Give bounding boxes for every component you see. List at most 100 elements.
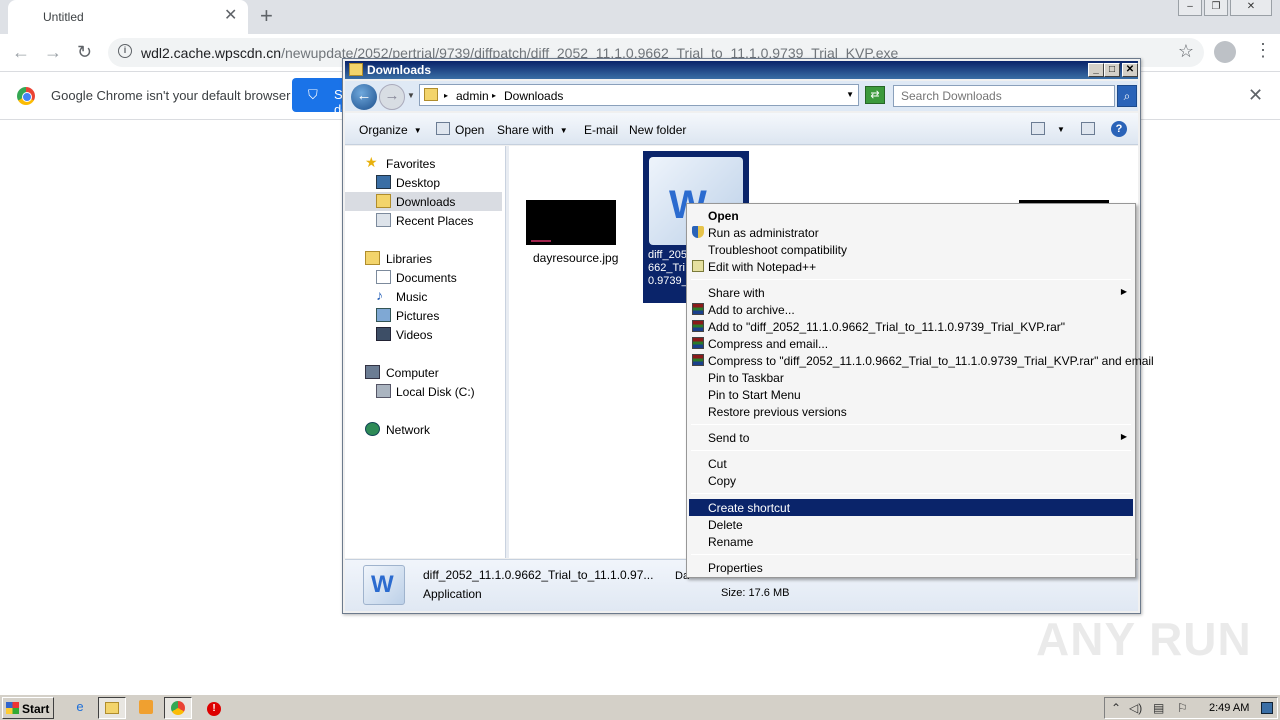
back-arrow-icon[interactable]: ← xyxy=(12,42,30,62)
nav-network[interactable]: Network xyxy=(345,420,502,439)
action-center-flag-icon[interactable]: ⚐ xyxy=(1177,701,1188,715)
organize-label: Organize xyxy=(359,123,408,137)
nav-music[interactable]: ♪ Music xyxy=(345,287,502,306)
menu-pin-taskbar[interactable]: Pin to Taskbar xyxy=(689,369,1133,386)
menu-troubleshoot[interactable]: Troubleshoot compatibility xyxy=(689,241,1133,258)
infobar-close-icon[interactable]: ✕ xyxy=(1248,85,1263,106)
ie-icon[interactable]: e xyxy=(66,697,94,719)
explorer-back-icon[interactable]: ← xyxy=(351,84,377,110)
system-tray: ⌃ ◁) ▤ ⚐ 2:49 AM xyxy=(1104,697,1278,719)
explorer-search-input[interactable] xyxy=(894,86,1114,106)
context-menu: Open Run as administrator Troubleshoot c… xyxy=(686,203,1154,578)
explorer-maximize-icon[interactable]: □ xyxy=(1104,63,1120,77)
menu-create-shortcut[interactable]: Create shortcut xyxy=(689,499,1133,516)
menu-label: Compress and email... xyxy=(708,337,829,351)
organize-button[interactable]: Organize ▼ xyxy=(359,123,422,137)
menu-label: Properties xyxy=(708,561,763,575)
new-tab-icon[interactable]: + xyxy=(260,5,273,27)
share-with-button[interactable]: Share with ▼ xyxy=(497,123,568,137)
forward-arrow-icon[interactable]: → xyxy=(44,42,62,62)
nav-computer[interactable]: Computer xyxy=(345,363,502,382)
explorer-address-row: ← → ▼ ▸ admin ▸ Downloads ▼ ⇄ ⌕ xyxy=(345,81,1138,111)
menu-compress-rar-email[interactable]: Compress to "diff_2052_11.1.0.9662_Trial… xyxy=(689,352,1154,369)
nav-recent-places[interactable]: Recent Places xyxy=(345,211,502,230)
recent-places-icon xyxy=(376,213,391,227)
breadcrumb-chevron-icon[interactable]: ▸ xyxy=(492,91,496,100)
menu-label: Send to xyxy=(708,431,750,445)
search-icon[interactable]: ⌕ xyxy=(1117,85,1137,107)
email-button[interactable]: E-mail xyxy=(584,123,618,137)
menu-edit-notepadpp[interactable]: Edit with Notepad++ xyxy=(689,258,1133,275)
menu-restore-versions[interactable]: Restore previous versions xyxy=(689,403,1133,420)
start-button[interactable]: Start xyxy=(2,697,54,719)
menu-label: Troubleshoot compatibility xyxy=(708,243,847,257)
menu-add-to-rar[interactable]: Add to "diff_2052_11.1.0.9662_Trial_to_1… xyxy=(689,318,1133,335)
tab-close-icon[interactable]: ✕ xyxy=(224,8,237,24)
nav-libraries[interactable]: Libraries xyxy=(345,249,502,268)
breadcrumb-downloads[interactable]: Downloads xyxy=(504,89,563,103)
explorer-taskbar-icon[interactable] xyxy=(98,697,126,719)
explorer-titlebar[interactable]: Downloads _ □ ✕ xyxy=(345,61,1138,79)
nav-pictures[interactable]: Pictures xyxy=(345,306,502,325)
help-icon[interactable]: ? xyxy=(1111,121,1127,137)
new-folder-button[interactable]: New folder xyxy=(629,123,686,137)
submenu-arrow-icon: ▶ xyxy=(1120,432,1127,441)
kebab-menu-icon[interactable]: ⋮ xyxy=(1254,40,1272,61)
minimize-icon[interactable]: – xyxy=(1178,0,1202,16)
explorer-search-box xyxy=(893,85,1115,107)
nav-desktop[interactable]: Desktop xyxy=(345,173,502,192)
menu-add-archive[interactable]: Add to archive... xyxy=(689,301,1133,318)
nav-documents[interactable]: Documents xyxy=(345,268,502,287)
view-options-icon[interactable] xyxy=(1031,122,1045,135)
breadcrumb-admin[interactable]: admin xyxy=(456,89,489,103)
explorer-address-bar[interactable]: ▸ admin ▸ Downloads ▼ xyxy=(419,84,859,106)
restore-icon[interactable]: ❐ xyxy=(1204,0,1228,16)
breadcrumb-chevron-icon[interactable]: ▸ xyxy=(444,91,448,100)
windows-logo-icon xyxy=(6,702,19,714)
chrome-tab[interactable]: Untitled ✕ xyxy=(8,0,248,34)
nav-local-disk[interactable]: Local Disk (C:) xyxy=(345,382,502,401)
address-dropdown-icon[interactable]: ▼ xyxy=(846,90,854,99)
preview-pane-icon[interactable] xyxy=(1081,122,1095,135)
clock[interactable]: 2:49 AM xyxy=(1209,702,1249,714)
volume-icon[interactable]: ◁) xyxy=(1129,701,1142,715)
menu-delete[interactable]: Delete xyxy=(689,516,1133,533)
bookmark-star-icon[interactable]: ☆ xyxy=(1178,41,1194,62)
nav-videos[interactable]: Videos xyxy=(345,325,502,344)
menu-compress-email[interactable]: Compress and email... xyxy=(689,335,1133,352)
explorer-minimize-icon[interactable]: _ xyxy=(1088,63,1104,77)
menu-pin-start[interactable]: Pin to Start Menu xyxy=(689,386,1133,403)
antivirus-icon[interactable]: ! xyxy=(200,697,228,719)
menu-run-as-admin[interactable]: Run as administrator xyxy=(689,224,1133,241)
anyrun-watermark: ANY RUN xyxy=(1036,613,1252,665)
menu-open[interactable]: Open xyxy=(689,207,1133,224)
open-button[interactable]: Open xyxy=(455,123,484,137)
menu-rename[interactable]: Rename xyxy=(689,533,1133,550)
info-icon[interactable]: i xyxy=(118,44,132,58)
menu-cut[interactable]: Cut xyxy=(689,455,1133,472)
share-with-label: Share with xyxy=(497,123,554,137)
winrar-icon xyxy=(692,320,704,332)
profile-avatar-icon[interactable] xyxy=(1214,41,1236,63)
menu-properties[interactable]: Properties xyxy=(689,559,1133,576)
menu-send-to[interactable]: Send to ▶ xyxy=(689,429,1133,446)
network-tray-icon[interactable]: ▤ xyxy=(1153,701,1164,715)
reload-icon[interactable]: ↻ xyxy=(77,42,92,62)
close-icon[interactable]: ✕ xyxy=(1230,0,1272,16)
nav-favorites[interactable]: ★ Favorites xyxy=(345,154,502,173)
media-player-icon[interactable] xyxy=(132,697,160,719)
history-dropdown-icon[interactable]: ▼ xyxy=(407,91,415,100)
explorer-close-icon[interactable]: ✕ xyxy=(1122,63,1138,77)
chrome-taskbar-icon[interactable] xyxy=(164,697,192,719)
nav-label: Network xyxy=(386,423,431,437)
show-desktop-icon[interactable] xyxy=(1261,702,1273,714)
explorer-forward-icon[interactable]: → xyxy=(379,84,405,110)
file-label-jpg[interactable]: dayresource.jpg xyxy=(533,251,618,265)
menu-share-with[interactable]: Share with ▶ xyxy=(689,284,1133,301)
tray-expand-icon[interactable]: ⌃ xyxy=(1111,701,1121,715)
refresh-icon[interactable]: ⇄ xyxy=(865,86,885,104)
menu-copy[interactable]: Copy xyxy=(689,472,1133,489)
nav-downloads[interactable]: Downloads xyxy=(345,192,502,211)
image-thumbnail[interactable] xyxy=(526,200,616,245)
view-dropdown-icon[interactable]: ▼ xyxy=(1057,125,1065,134)
